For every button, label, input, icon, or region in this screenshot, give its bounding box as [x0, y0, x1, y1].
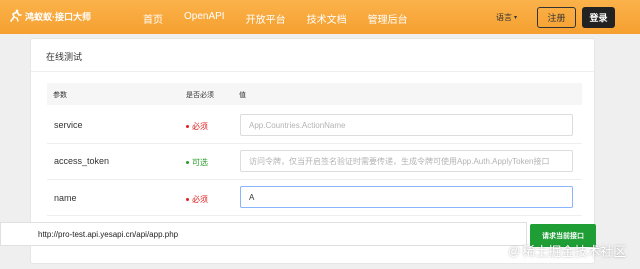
- nav-docs[interactable]: 技术文档: [307, 11, 347, 26]
- column-header-required: 是否必须: [186, 92, 214, 99]
- watermark: @ 稀土掘金技术社区: [508, 241, 626, 260]
- table-header: 参数 是否必须 值: [47, 83, 582, 105]
- running-figure-icon: [10, 9, 22, 22]
- panel-title: 在线测试: [46, 52, 83, 62]
- column-header-value: 值: [239, 92, 246, 99]
- required-label: 可选: [192, 158, 208, 167]
- row-divider: [47, 215, 582, 216]
- dot-icon: [186, 198, 189, 201]
- site-logo[interactable]: 鸿蚁蚁·接口大师: [8, 9, 91, 23]
- row-divider: [47, 179, 582, 180]
- required-label: 必须: [192, 122, 208, 131]
- chevron-down-icon: ▾: [514, 15, 518, 21]
- nav-admin[interactable]: 管理后台: [368, 11, 408, 26]
- language-selector[interactable]: 语言 ▾: [496, 12, 517, 23]
- row-divider: [47, 143, 582, 144]
- service-input[interactable]: [240, 114, 573, 136]
- register-button[interactable]: 注册: [537, 7, 576, 28]
- login-button[interactable]: 登录: [582, 7, 615, 28]
- required-badge: 必须: [186, 121, 208, 132]
- main-nav: 首页 OpenAPI 开放平台 技术文档 管理后台: [143, 11, 429, 26]
- param-name: name: [54, 193, 77, 203]
- request-url: http://pro-test.api.yesapi.cn/api/app.ph…: [38, 230, 179, 239]
- nav-home[interactable]: 首页: [143, 11, 163, 26]
- name-input[interactable]: [240, 186, 573, 208]
- logo-text: 鸿蚁蚁·接口大师: [25, 11, 91, 22]
- divider: [31, 71, 594, 72]
- top-navigation-bar: 鸿蚁蚁·接口大师 首页 OpenAPI 开放平台 技术文档 管理后台 语言 ▾ …: [0, 0, 640, 34]
- nav-open-platform[interactable]: 开放平台: [246, 11, 286, 26]
- watermark-text: 稀土掘金技术社区: [522, 244, 627, 259]
- watermark-at: @: [508, 243, 521, 258]
- access-token-input[interactable]: [240, 150, 573, 172]
- dot-icon: [186, 125, 189, 128]
- column-header-param: 参数: [53, 92, 67, 99]
- param-name: service: [54, 120, 83, 130]
- required-badge: 必须: [186, 194, 208, 205]
- nav-openapi[interactable]: OpenAPI: [184, 11, 225, 26]
- language-label: 语言: [496, 13, 512, 22]
- optional-badge: 可选: [186, 157, 208, 168]
- dot-icon: [186, 161, 189, 164]
- required-label: 必须: [192, 195, 208, 204]
- param-name: access_token: [54, 156, 110, 166]
